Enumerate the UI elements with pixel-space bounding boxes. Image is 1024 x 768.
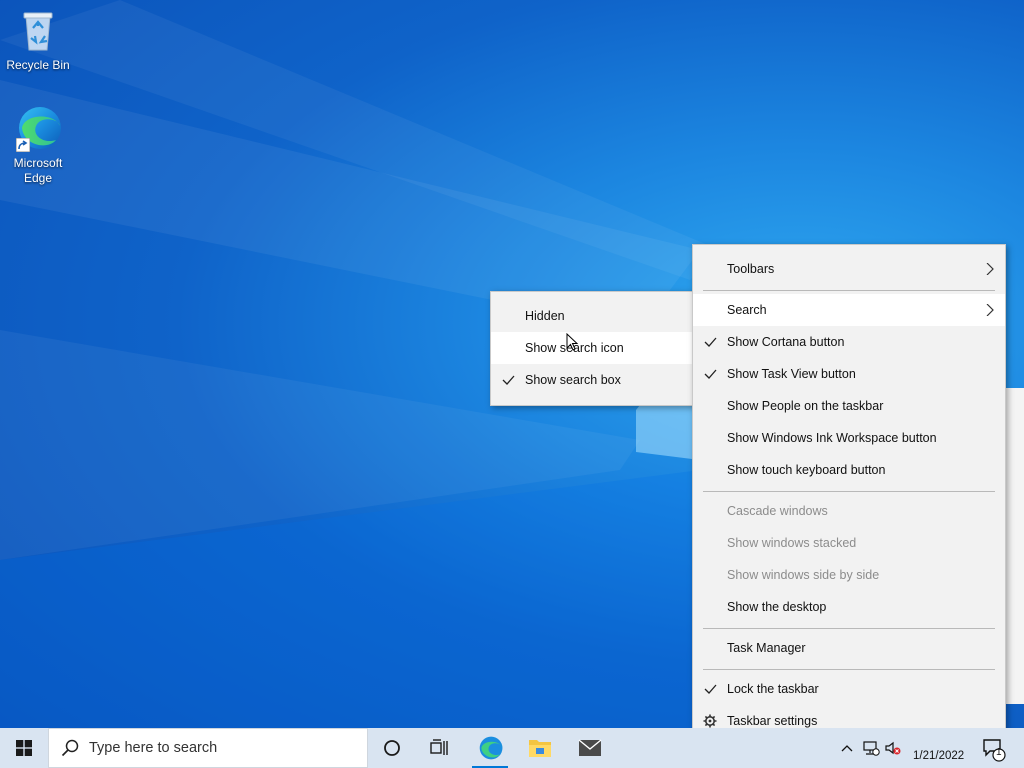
menu-item-show-search-icon[interactable]: Show search icon bbox=[491, 332, 695, 364]
clock-date[interactable]: 1/21/2022 bbox=[913, 750, 964, 762]
start-button[interactable] bbox=[0, 728, 48, 768]
taskbar: Type here to search 1/21/2022 1 bbox=[0, 728, 1024, 768]
cortana-button[interactable] bbox=[368, 728, 416, 768]
recycle-bin-label: Recycle Bin bbox=[6, 58, 70, 72]
recycle-bin-icon bbox=[14, 6, 62, 54]
menu-separator bbox=[703, 628, 995, 629]
chevron-up-icon[interactable] bbox=[841, 744, 853, 752]
edge-icon bbox=[479, 736, 503, 760]
menu-item-show-touch-keyboard[interactable]: Show touch keyboard button bbox=[693, 454, 1005, 486]
menu-item-search[interactable]: Search bbox=[693, 294, 1005, 326]
edge-label-line2: Edge bbox=[23, 171, 53, 185]
menu-separator bbox=[703, 491, 995, 492]
mail-icon bbox=[578, 739, 602, 756]
menu-item-show-cortana-button[interactable]: Show Cortana button bbox=[693, 326, 1005, 358]
mail-button[interactable] bbox=[566, 728, 614, 768]
notification-count: 1 bbox=[996, 747, 1002, 758]
menu-item-show-people[interactable]: Show People on the taskbar bbox=[693, 390, 1005, 422]
menu-item-show-desktop[interactable]: Show the desktop bbox=[693, 591, 1005, 623]
menu-item-hidden[interactable]: Hidden bbox=[491, 300, 695, 332]
mouse-cursor bbox=[566, 333, 579, 351]
file-explorer-button[interactable] bbox=[516, 728, 564, 768]
windows-logo-icon bbox=[16, 740, 32, 756]
network-icon[interactable] bbox=[862, 740, 880, 756]
search-icon bbox=[61, 739, 79, 757]
menu-separator bbox=[703, 669, 995, 670]
menu-item-show-task-view-button[interactable]: Show Task View button bbox=[693, 358, 1005, 390]
menu-item-windows-stacked: Show windows stacked bbox=[727, 536, 857, 550]
edge-label-line1: Microsoft bbox=[13, 156, 63, 170]
volume-muted-icon[interactable] bbox=[884, 740, 902, 756]
menu-item-toolbars[interactable]: Toolbars bbox=[693, 253, 1005, 285]
search-submenu: Hidden Show search icon Show search box bbox=[490, 291, 696, 406]
search-placeholder: Type here to search bbox=[89, 740, 218, 756]
task-view-button[interactable] bbox=[416, 728, 464, 768]
taskbar-search-box[interactable]: Type here to search bbox=[48, 728, 368, 768]
checkmark-icon bbox=[704, 684, 717, 694]
recycle-bin-desktop-icon[interactable]: Recycle Bin bbox=[6, 6, 70, 73]
cortana-icon bbox=[384, 740, 400, 756]
menu-item-show-search-box[interactable]: Show search box bbox=[491, 364, 695, 396]
taskbar-context-menu: Toolbars Search Show Cortana button Show… bbox=[692, 244, 1006, 746]
menu-item-lock-taskbar[interactable]: Lock the taskbar bbox=[693, 673, 1005, 705]
shortcut-arrow-icon bbox=[16, 138, 30, 152]
menu-item-show-ink-workspace[interactable]: Show Windows Ink Workspace button bbox=[693, 422, 1005, 454]
menu-item-cascade-windows: Cascade windows bbox=[727, 504, 828, 518]
edge-icon bbox=[14, 104, 62, 152]
action-center-button[interactable]: 1 bbox=[976, 728, 1024, 768]
chevron-right-icon bbox=[986, 304, 994, 316]
task-view-icon bbox=[430, 739, 448, 755]
menu-item-task-manager[interactable]: Task Manager bbox=[693, 632, 1005, 664]
background-window-edge bbox=[1003, 388, 1024, 704]
checkmark-icon bbox=[704, 337, 717, 347]
file-explorer-icon bbox=[529, 740, 551, 757]
notification-icon bbox=[983, 739, 1006, 762]
checkmark-icon bbox=[502, 375, 515, 385]
menu-item-windows-side-by-side: Show windows side by side bbox=[727, 568, 880, 582]
menu-separator bbox=[703, 290, 995, 291]
checkmark-icon bbox=[704, 369, 717, 379]
edge-desktop-icon[interactable]: Microsoft Edge bbox=[6, 104, 70, 186]
chevron-right-icon bbox=[986, 263, 994, 275]
taskbar-edge-button[interactable] bbox=[466, 728, 514, 768]
